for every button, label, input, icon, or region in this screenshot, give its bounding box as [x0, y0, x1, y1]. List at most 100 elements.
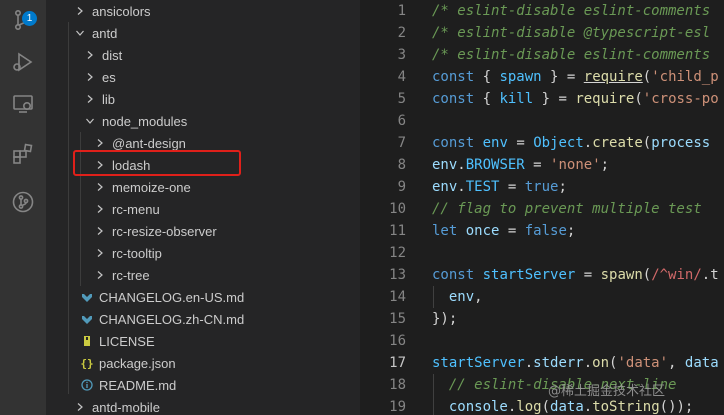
tree-item-readme-md[interactable]: README.md — [46, 374, 360, 396]
line-number: 18 — [389, 377, 406, 393]
line-code: // flag to prevent multiple test — [432, 201, 702, 217]
tree-item-label: node_modules — [102, 113, 188, 129]
tree-item-rc-tree[interactable]: rc-tree — [46, 264, 360, 286]
chevron-right-icon[interactable] — [92, 267, 108, 283]
chevron-right-icon[interactable] — [92, 179, 108, 195]
line-number: 19 — [389, 399, 406, 415]
tree-item-dist[interactable]: dist — [46, 44, 360, 66]
tree-item-rc-tooltip[interactable]: rc-tooltip — [46, 242, 360, 264]
source-control-badge: 1 — [22, 11, 37, 26]
tree-item-node-modules[interactable]: node_modules — [46, 110, 360, 132]
line-code: const { spawn } = require('child_p — [432, 69, 719, 85]
line-number: 12 — [389, 245, 406, 261]
markdown-file-icon — [80, 290, 94, 304]
indent-guide — [433, 286, 434, 308]
line-number: 13 — [389, 267, 406, 283]
watermark: @稀土掘金技术社区 — [548, 384, 666, 399]
chevron-right-icon[interactable] — [92, 135, 108, 151]
tree-item-label: rc-menu — [112, 201, 160, 217]
tree-item-label: lib — [102, 91, 116, 107]
line-code: /* eslint-disable @typescript-esl — [432, 25, 711, 41]
line-number: 10 — [389, 201, 406, 217]
chevron-right-icon[interactable] — [92, 245, 108, 261]
code-line[interactable]: 14 env, — [360, 286, 724, 308]
run-debug-icon[interactable] — [0, 42, 46, 82]
code-line[interactable]: 15}); — [360, 308, 724, 330]
line-number: 2 — [397, 25, 406, 41]
line-code: /* eslint-disable eslint-comments — [432, 3, 711, 19]
code-editor[interactable]: 1 /* eslint-disable eslint-comments 2 /* es… — [360, 0, 724, 415]
line-code: env.TEST = true; — [432, 179, 567, 195]
tree-item-label: rc-tree — [112, 267, 150, 283]
chevron-right-icon[interactable] — [92, 201, 108, 217]
code-line[interactable]: 16 — [360, 330, 724, 352]
source-control-icon[interactable]: 1 — [0, 0, 46, 40]
tree-item-label: rc-tooltip — [112, 245, 162, 261]
code-line[interactable]: 10 // flag to prevent multiple test — [360, 198, 724, 220]
code-line[interactable]: 19 console.log(data.toString()); — [360, 396, 724, 415]
chevron-right-icon[interactable] — [82, 47, 98, 63]
line-number: 15 — [389, 311, 406, 327]
code-line[interactable]: 2 /* eslint-disable @typescript-esl — [360, 22, 724, 44]
line-code: const startServer = spawn(/^win/.t — [432, 267, 719, 283]
line-number: 7 — [397, 135, 406, 151]
chevron-right-icon[interactable] — [82, 69, 98, 85]
remote-explorer-icon[interactable] — [0, 84, 46, 124]
tree-item-antd[interactable]: antd — [46, 22, 360, 44]
chevron-down-icon[interactable] — [72, 25, 88, 41]
tree-item-label: rc-resize-observer — [112, 223, 217, 239]
tree-item-label: es — [102, 69, 116, 85]
git-graph-icon[interactable] — [0, 182, 46, 222]
code-line[interactable]: 4 const { spawn } = require('child_p — [360, 66, 724, 88]
chevron-right-icon[interactable] — [82, 91, 98, 107]
code-line[interactable]: 6 — [360, 110, 724, 132]
chevron-down-icon[interactable] — [82, 113, 98, 129]
chevron-right-icon[interactable] — [92, 223, 108, 239]
tree-item-label: LICENSE — [99, 333, 155, 349]
line-number: 3 — [397, 47, 406, 63]
highlight-box — [73, 150, 241, 176]
line-code: /* eslint-disable eslint-comments — [432, 47, 711, 63]
tree-item-es[interactable]: es — [46, 66, 360, 88]
line-code: env, — [448, 289, 483, 305]
code-line[interactable]: 17 startServer.stderr.on('data', data — [360, 352, 724, 374]
tree-item-label: antd — [92, 25, 118, 41]
tree-item-label: CHANGELOG.en-US.md — [99, 289, 245, 305]
line-code: const env = Object.create(process — [432, 135, 711, 151]
chevron-right-icon[interactable] — [72, 3, 88, 19]
tree-item-label: README.md — [99, 377, 177, 393]
chevron-right-icon[interactable] — [72, 399, 88, 415]
activity-bar: 1 — [0, 0, 46, 415]
tree-item-package-json[interactable]: {} package.json — [46, 352, 360, 374]
code-line[interactable]: 1 /* eslint-disable eslint-comments — [360, 0, 724, 22]
tree-item-label: ansicolors — [92, 3, 151, 19]
tree-item-antd-mobile[interactable]: antd-mobile — [46, 396, 360, 415]
code-line[interactable]: 13 const startServer = spawn(/^win/.t — [360, 264, 724, 286]
tree-item-lib[interactable]: lib — [46, 88, 360, 110]
line-code: const { kill } = require('cross-po — [432, 91, 719, 107]
tree-item-label: dist — [102, 47, 123, 63]
tree-item-label: package.json — [99, 355, 176, 371]
code-line[interactable]: 9 env.TEST = true; — [360, 176, 724, 198]
code-line[interactable]: 5 const { kill } = require('cross-po — [360, 88, 724, 110]
line-number: 6 — [397, 113, 406, 129]
tree-item-license[interactable]: LICENSE — [46, 330, 360, 352]
code-line[interactable]: 7 const env = Object.create(process — [360, 132, 724, 154]
line-number: 14 — [389, 289, 406, 305]
tree-item-changelog-zh-cn-md[interactable]: CHANGELOG.zh-CN.md — [46, 308, 360, 330]
license-file-icon — [80, 334, 94, 348]
code-line[interactable]: 3 /* eslint-disable eslint-comments — [360, 44, 724, 66]
code-line[interactable]: 18 // eslint-disable-next-line — [360, 374, 724, 396]
line-number: 4 — [397, 69, 406, 85]
tree-item-memoize-one[interactable]: memoize-one — [46, 176, 360, 198]
tree-item-changelog-en-us-md[interactable]: CHANGELOG.en-US.md — [46, 286, 360, 308]
tree-item-rc-resize-observer[interactable]: rc-resize-observer — [46, 220, 360, 242]
code-line[interactable]: 12 — [360, 242, 724, 264]
tree-item-rc-menu[interactable]: rc-menu — [46, 198, 360, 220]
code-line[interactable]: 11 let once = false; — [360, 220, 724, 242]
line-number: 11 — [389, 223, 406, 239]
tree-item-ansicolors[interactable]: ansicolors — [46, 0, 360, 22]
extensions-icon[interactable] — [0, 134, 46, 174]
code-line[interactable]: 8 env.BROWSER = 'none'; — [360, 154, 724, 176]
line-number: 8 — [397, 157, 406, 173]
